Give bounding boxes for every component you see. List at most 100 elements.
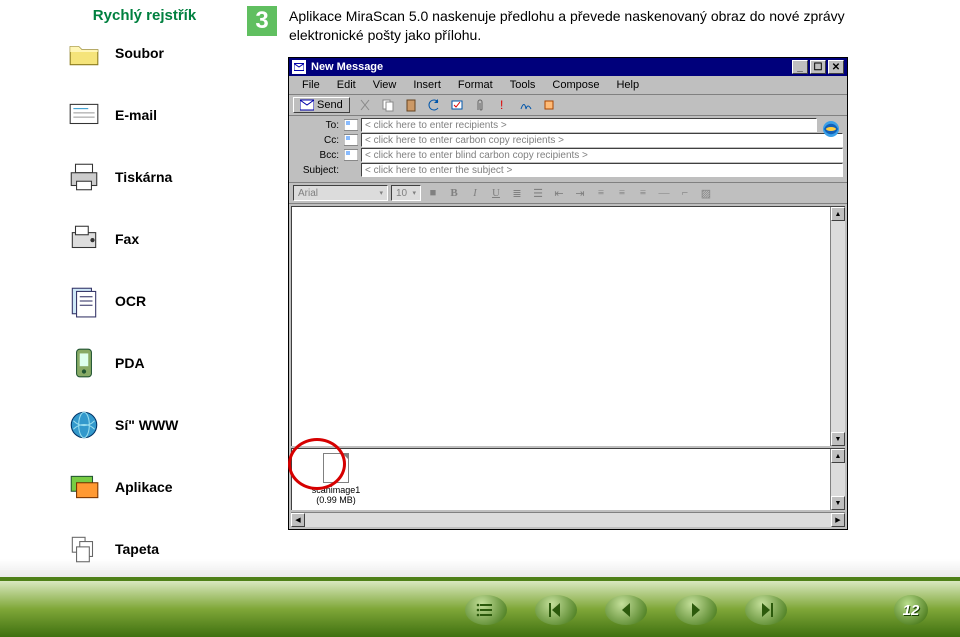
- hr-icon[interactable]: —: [655, 185, 673, 201]
- align-center-icon[interactable]: ≡: [613, 185, 631, 201]
- bold-button[interactable]: B: [445, 185, 463, 201]
- cc-input[interactable]: < click here to enter carbon copy recipi…: [361, 133, 843, 147]
- sidebar-item-label: OCR: [115, 293, 146, 309]
- scroll-up-icon[interactable]: ▲: [831, 449, 845, 463]
- nav-toc-button[interactable]: [465, 595, 507, 625]
- scroll-up-icon[interactable]: ▲: [831, 207, 845, 221]
- sidebar-item-label: E-mail: [115, 107, 157, 123]
- menu-format[interactable]: Format: [451, 78, 500, 92]
- svg-text:!: !: [500, 98, 503, 112]
- font-family-value: Arial: [298, 188, 318, 199]
- attachment-name: scanimage1: [306, 485, 366, 495]
- menu-edit[interactable]: Edit: [330, 78, 363, 92]
- menu-help[interactable]: Help: [609, 78, 646, 92]
- menu-compose[interactable]: Compose: [545, 78, 606, 92]
- instruction-block: 3 Aplikace MiraScan 5.0 naskenuje předlo…: [247, 6, 887, 53]
- instruction-text: Aplikace MiraScan 5.0 naskenuje předlohu…: [289, 6, 887, 45]
- image-icon[interactable]: ▨: [697, 185, 715, 201]
- check-names-icon[interactable]: [449, 97, 465, 113]
- signature-icon[interactable]: [518, 97, 534, 113]
- stamp-icon[interactable]: [541, 97, 557, 113]
- sidebar-item-aplikace[interactable]: Aplikace: [67, 470, 242, 504]
- sidebar-item-www[interactable]: Sí" WWW: [67, 408, 242, 442]
- scroll-down-icon[interactable]: ▼: [831, 432, 845, 446]
- italic-button[interactable]: I: [466, 185, 484, 201]
- subject-label: Subject:: [293, 165, 341, 176]
- sidebar-item-label: Tiskárna: [115, 169, 172, 185]
- sidebar-item-fax[interactable]: Fax: [67, 222, 242, 256]
- nav-first-button[interactable]: [535, 595, 577, 625]
- cut-icon[interactable]: [357, 97, 373, 113]
- link-icon[interactable]: ⌐: [676, 185, 694, 201]
- attach-icon[interactable]: [472, 97, 488, 113]
- undo-icon[interactable]: [426, 97, 442, 113]
- window-maximize-button[interactable]: ☐: [810, 60, 826, 74]
- to-input[interactable]: < click here to enter recipients >: [361, 118, 817, 132]
- recipient-card-icon[interactable]: [344, 134, 358, 146]
- priority-icon[interactable]: !: [495, 97, 511, 113]
- scroll-left-icon[interactable]: ◀: [291, 513, 305, 527]
- toolbar: Send !: [289, 95, 847, 116]
- body-vertical-scrollbar[interactable]: ▲ ▼: [830, 207, 845, 446]
- sidebar-item-email[interactable]: E-mail: [67, 98, 242, 132]
- nav-next-button[interactable]: [675, 595, 717, 625]
- attachment-item[interactable]: scanimage1 (0.99 MB): [306, 453, 366, 506]
- menu-file[interactable]: File: [295, 78, 327, 92]
- outdent-icon[interactable]: ⇤: [550, 185, 568, 201]
- to-label: To:: [293, 120, 341, 131]
- align-right-icon[interactable]: ≡: [634, 185, 652, 201]
- font-size-select[interactable]: 10▾: [391, 185, 421, 201]
- sidebar-item-ocr[interactable]: OCR: [67, 284, 242, 318]
- bcc-label: Bcc:: [293, 150, 341, 161]
- window-close-button[interactable]: ✕: [828, 60, 844, 74]
- message-body[interactable]: ▲ ▼: [291, 206, 845, 446]
- message-headers: To: < click here to enter recipients > C…: [289, 116, 847, 183]
- sidebar-item-tiskarna[interactable]: Tiskárna: [67, 160, 242, 194]
- email-icon: [67, 98, 101, 132]
- send-button[interactable]: Send: [293, 97, 350, 113]
- window-title: New Message: [311, 61, 383, 73]
- scroll-right-icon[interactable]: ▶: [831, 513, 845, 527]
- subject-input[interactable]: < click here to enter the subject >: [361, 163, 843, 177]
- recipient-card-icon[interactable]: [344, 119, 358, 131]
- menu-tools[interactable]: Tools: [503, 78, 543, 92]
- quick-index-sidebar: Rychlý rejstřík Soubor E-mail Tiskárna: [67, 7, 242, 594]
- ocr-icon: [67, 284, 101, 318]
- step-number-badge: 3: [247, 6, 277, 36]
- attachment-file-icon: [323, 453, 349, 483]
- cc-label: Cc:: [293, 135, 341, 146]
- attach-vertical-scrollbar[interactable]: ▲ ▼: [830, 449, 845, 510]
- font-color-icon[interactable]: ■: [424, 185, 442, 201]
- recipient-card-icon[interactable]: [344, 149, 358, 161]
- ie-logo-icon: [821, 119, 841, 139]
- menu-insert[interactable]: Insert: [406, 78, 448, 92]
- nav-last-button[interactable]: [745, 595, 787, 625]
- window-titlebar: New Message _ ☐ ✕: [289, 58, 847, 76]
- font-family-select[interactable]: Arial▾: [293, 185, 388, 201]
- bcc-input[interactable]: < click here to enter blind carbon copy …: [361, 148, 843, 162]
- scroll-down-icon[interactable]: ▼: [831, 496, 845, 510]
- nav-prev-button[interactable]: [605, 595, 647, 625]
- bullets-icon[interactable]: ≣: [508, 185, 526, 201]
- indent-icon[interactable]: ⇥: [571, 185, 589, 201]
- underline-button[interactable]: U: [487, 185, 505, 201]
- window-minimize-button[interactable]: _: [792, 60, 808, 74]
- copy-icon[interactable]: [380, 97, 396, 113]
- page-footer: 12: [0, 577, 960, 637]
- globe-icon: [67, 408, 101, 442]
- footer-shadow: [0, 559, 960, 577]
- send-button-label: Send: [317, 99, 343, 111]
- sidebar-item-label: Fax: [115, 231, 139, 247]
- sidebar-item-label: Soubor: [115, 45, 164, 61]
- align-left-icon[interactable]: ≡: [592, 185, 610, 201]
- sidebar-item-pda[interactable]: PDA: [67, 346, 242, 380]
- numbering-icon[interactable]: ☰: [529, 185, 547, 201]
- font-size-value: 10: [396, 188, 407, 199]
- attach-horizontal-scrollbar[interactable]: ◀ ▶: [291, 512, 845, 527]
- sidebar-item-soubor[interactable]: Soubor: [67, 36, 242, 70]
- format-toolbar: Arial▾ 10▾ ■ B I U ≣ ☰ ⇤ ⇥ ≡ ≡ ≡ — ⌐ ▨: [289, 183, 847, 204]
- quick-index-title: Rychlý rejstřík: [67, 7, 242, 24]
- attachment-pane: scanimage1 (0.99 MB) ▲ ▼: [291, 448, 845, 510]
- paste-icon[interactable]: [403, 97, 419, 113]
- menu-view[interactable]: View: [366, 78, 404, 92]
